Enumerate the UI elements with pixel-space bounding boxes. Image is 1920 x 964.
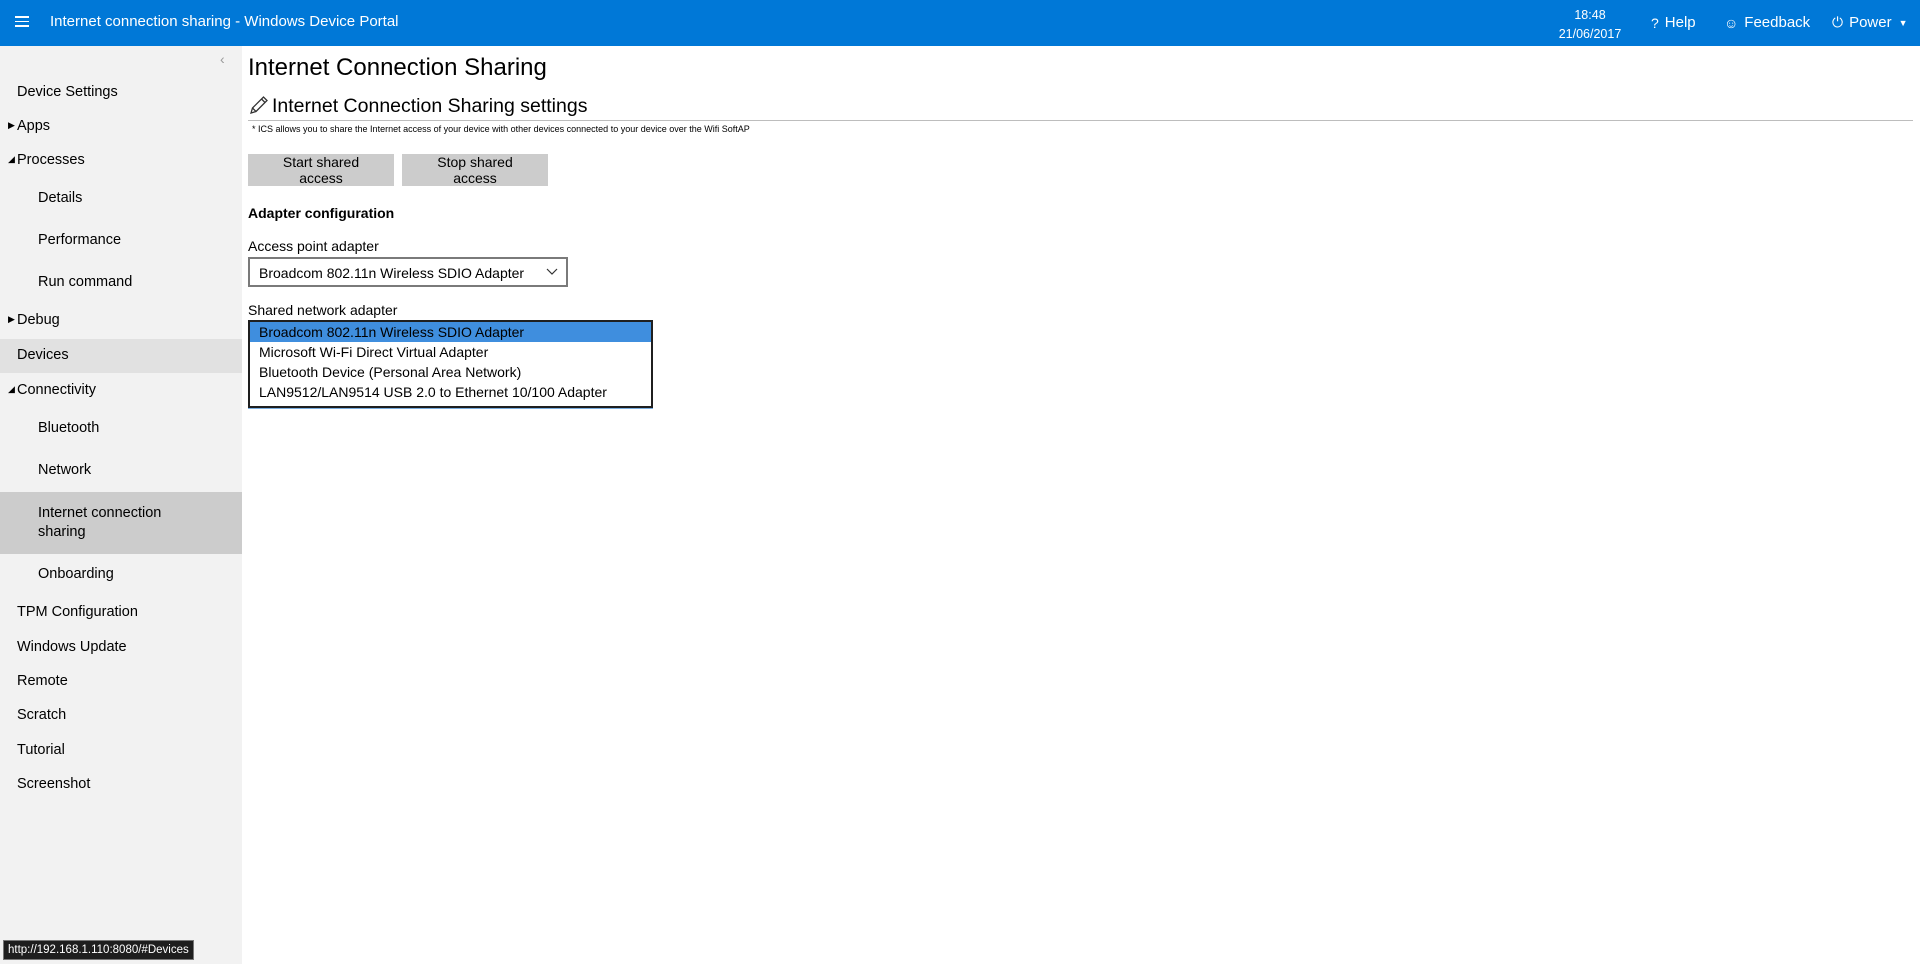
sidebar-item-onboarding[interactable]: Onboarding (0, 564, 242, 586)
app-title: Internet connection sharing - Windows De… (50, 13, 399, 30)
start-shared-access-button[interactable]: Start shared access (248, 154, 394, 186)
sidebar-item-scratch[interactable]: Scratch (0, 705, 242, 727)
power-button[interactable]: ⏻ Power ▼ (1832, 14, 1908, 31)
sidebar-item-details[interactable]: Details (0, 188, 242, 210)
listbox-option[interactable]: Bluetooth Device (Personal Area Network) (250, 362, 651, 382)
sidebar-item-tpm-configuration[interactable]: TPM Configuration (0, 602, 242, 624)
feedback-button[interactable]: ☺ Feedback (1724, 14, 1810, 31)
ics-note: * ICS allows you to share the Internet a… (252, 124, 750, 134)
expand-right-icon: ▶ (8, 314, 15, 324)
stop-shared-access-button[interactable]: Stop shared access (402, 154, 548, 186)
sidebar-item-internet-connection-sharing[interactable]: Internet connection sharing (0, 492, 242, 554)
feedback-label: Feedback (1744, 14, 1811, 31)
page-title: Internet Connection Sharing (248, 54, 547, 81)
settings-header: Internet Connection Sharing settings (248, 94, 1913, 121)
clock-time: 18:48 (1574, 8, 1606, 22)
listbox-option[interactable]: LAN9512/LAN9514 USB 2.0 to Ethernet 10/1… (250, 382, 651, 402)
power-label: Power (1849, 14, 1892, 31)
sidebar-item-connectivity[interactable]: ◢ Connectivity (0, 380, 242, 402)
listbox-option[interactable]: Microsoft Wi-Fi Direct Virtual Adapter (250, 342, 651, 362)
sidebar-item-processes[interactable]: ◢ Processes (0, 150, 242, 172)
settings-title: Internet Connection Sharing settings (272, 95, 588, 117)
clock: 18:48 21/06/2017 (1546, 6, 1634, 44)
access-point-adapter-value: Broadcom 802.11n Wireless SDIO Adapter (259, 265, 525, 281)
sidebar-item-remote[interactable]: Remote (0, 671, 242, 693)
help-button[interactable]: ? Help (1651, 14, 1696, 31)
smiley-icon: ☺ (1724, 14, 1739, 31)
sidebar-item-bluetooth[interactable]: Bluetooth (0, 418, 242, 440)
sidebar-item-network[interactable]: Network (0, 460, 242, 482)
help-label: Help (1664, 14, 1696, 31)
pencil-icon (250, 96, 268, 114)
expanded-icon: ◢ (8, 384, 15, 394)
help-icon: ? (1651, 14, 1659, 31)
hamburger-menu-icon[interactable] (15, 16, 29, 28)
shared-network-adapter-listbox[interactable]: Broadcom 802.11n Wireless SDIO Adapter M… (248, 320, 653, 408)
collapse-sidebar-icon[interactable]: ‹ (220, 51, 225, 67)
sidebar-item-screenshot[interactable]: Screenshot (0, 774, 242, 796)
sidebar: ‹ Device Settings ▶ Apps ◢ Processes Det… (0, 46, 242, 964)
expanded-icon: ◢ (8, 154, 15, 164)
status-url-tooltip: http://192.168.1.110:8080/#Devices (3, 940, 194, 960)
sidebar-item-devices[interactable]: Devices (0, 339, 242, 373)
expand-right-icon: ▶ (8, 120, 15, 130)
sidebar-item-debug[interactable]: ▶ Debug (0, 310, 242, 332)
access-point-adapter-label: Access point adapter (248, 238, 379, 254)
caret-down-icon: ▼ (1898, 17, 1908, 28)
sidebar-item-windows-update[interactable]: Windows Update (0, 637, 242, 659)
top-bar: Internet connection sharing - Windows De… (0, 0, 1920, 46)
power-icon: ⏻ (1832, 14, 1844, 30)
listbox-option[interactable]: Broadcom 802.11n Wireless SDIO Adapter (250, 322, 651, 342)
shared-network-adapter-label: Shared network adapter (248, 302, 398, 318)
adapter-configuration-heading: Adapter configuration (248, 205, 395, 221)
sidebar-item-tutorial[interactable]: Tutorial (0, 740, 242, 762)
chevron-down-icon (546, 268, 558, 275)
sidebar-item-device-settings[interactable]: Device Settings (0, 82, 242, 104)
sidebar-item-performance[interactable]: Performance (0, 230, 242, 252)
access-point-adapter-select[interactable]: Broadcom 802.11n Wireless SDIO Adapter (248, 257, 568, 287)
clock-date: 21/06/2017 (1558, 27, 1622, 41)
sidebar-item-apps[interactable]: ▶ Apps (0, 116, 242, 138)
sidebar-item-run-command[interactable]: Run command (0, 272, 242, 294)
